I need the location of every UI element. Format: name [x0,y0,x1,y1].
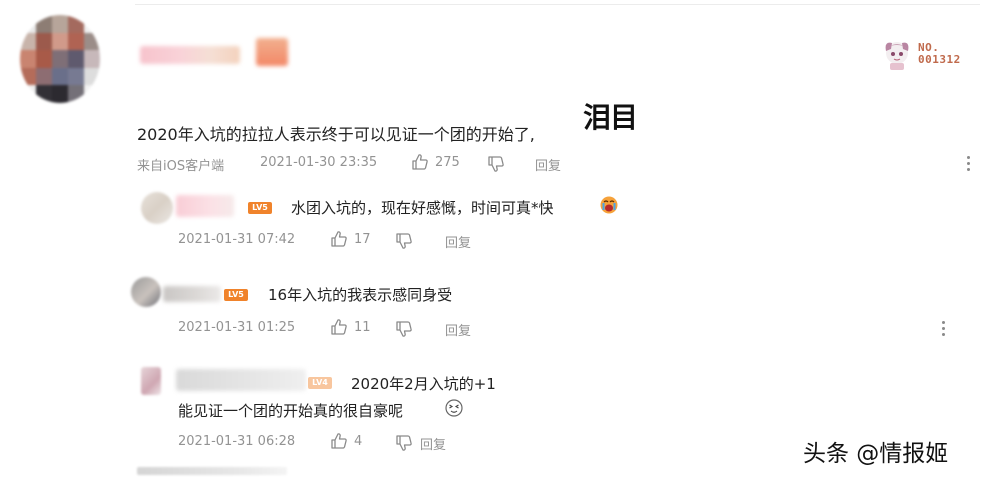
reply-avatar[interactable] [141,192,173,224]
username-blurred[interactable] [140,46,240,64]
reply-username-blurred[interactable] [176,369,306,391]
level-badge: LV4 [308,377,332,389]
more-options-icon[interactable] [965,156,971,171]
comment-source: 来自iOS客户端 [137,159,225,174]
like-count: 17 [354,232,371,247]
more-replies-link-cut[interactable] [137,467,287,475]
watermark: 头条 @情报姬 [803,441,949,467]
reply-username-blurred[interactable] [176,195,234,217]
reply-time: 2021-01-31 07:42 [178,232,296,247]
reply-time: 2021-01-31 01:25 [178,320,296,335]
like-count: 275 [435,155,460,170]
reply-avatar[interactable] [141,367,161,395]
fan-badge-card[interactable]: NO. 001312 [882,39,967,71]
like-icon[interactable] [411,153,429,171]
dislike-icon[interactable] [395,232,413,250]
crying-emoji-icon [600,196,618,214]
mascot-icon [885,42,909,70]
reply-button[interactable]: 回复 [445,320,471,339]
reply-button[interactable]: 回复 [445,232,471,251]
level-badge: LV5 [248,202,272,214]
more-options-icon[interactable] [940,321,946,336]
top-divider [135,4,980,5]
like-icon[interactable] [330,432,348,450]
dislike-icon[interactable] [395,320,413,338]
reply-button[interactable]: 回复 [420,434,446,453]
reply-button[interactable]: 回复 [535,155,561,174]
username-badge-blurred [256,38,288,66]
like-count: 11 [354,320,371,335]
comment-text: 2020年入坑的拉拉人表示终于可以见证一个团的开始了, [137,125,535,144]
like-icon[interactable] [330,318,348,336]
like-count: 4 [354,434,363,449]
reply-text: 16年入坑的我表示感同身受 [268,286,453,304]
proud-face-emoji-icon [445,399,463,417]
comment-time: 2021-01-30 23:35 [260,155,378,170]
reply-text: 2020年2月入坑的+1 [351,375,496,393]
sticker-tear-eyes: 泪目 [583,101,638,134]
dislike-icon[interactable] [487,155,505,173]
reply-username-blurred[interactable] [163,286,221,302]
fan-badge-number: NO. 001312 [918,41,961,66]
reply-avatar[interactable] [131,277,161,307]
reply-text: 水团入坑的，现在好感慨，时间可真*快 [291,199,554,217]
user-avatar[interactable] [20,15,100,103]
dislike-icon[interactable] [395,434,413,452]
like-icon[interactable] [330,230,348,248]
level-badge: LV5 [224,289,248,301]
reply-time: 2021-01-31 06:28 [178,434,296,449]
reply-text-line2: 能见证一个团的开始真的很自豪呢 [178,402,404,420]
